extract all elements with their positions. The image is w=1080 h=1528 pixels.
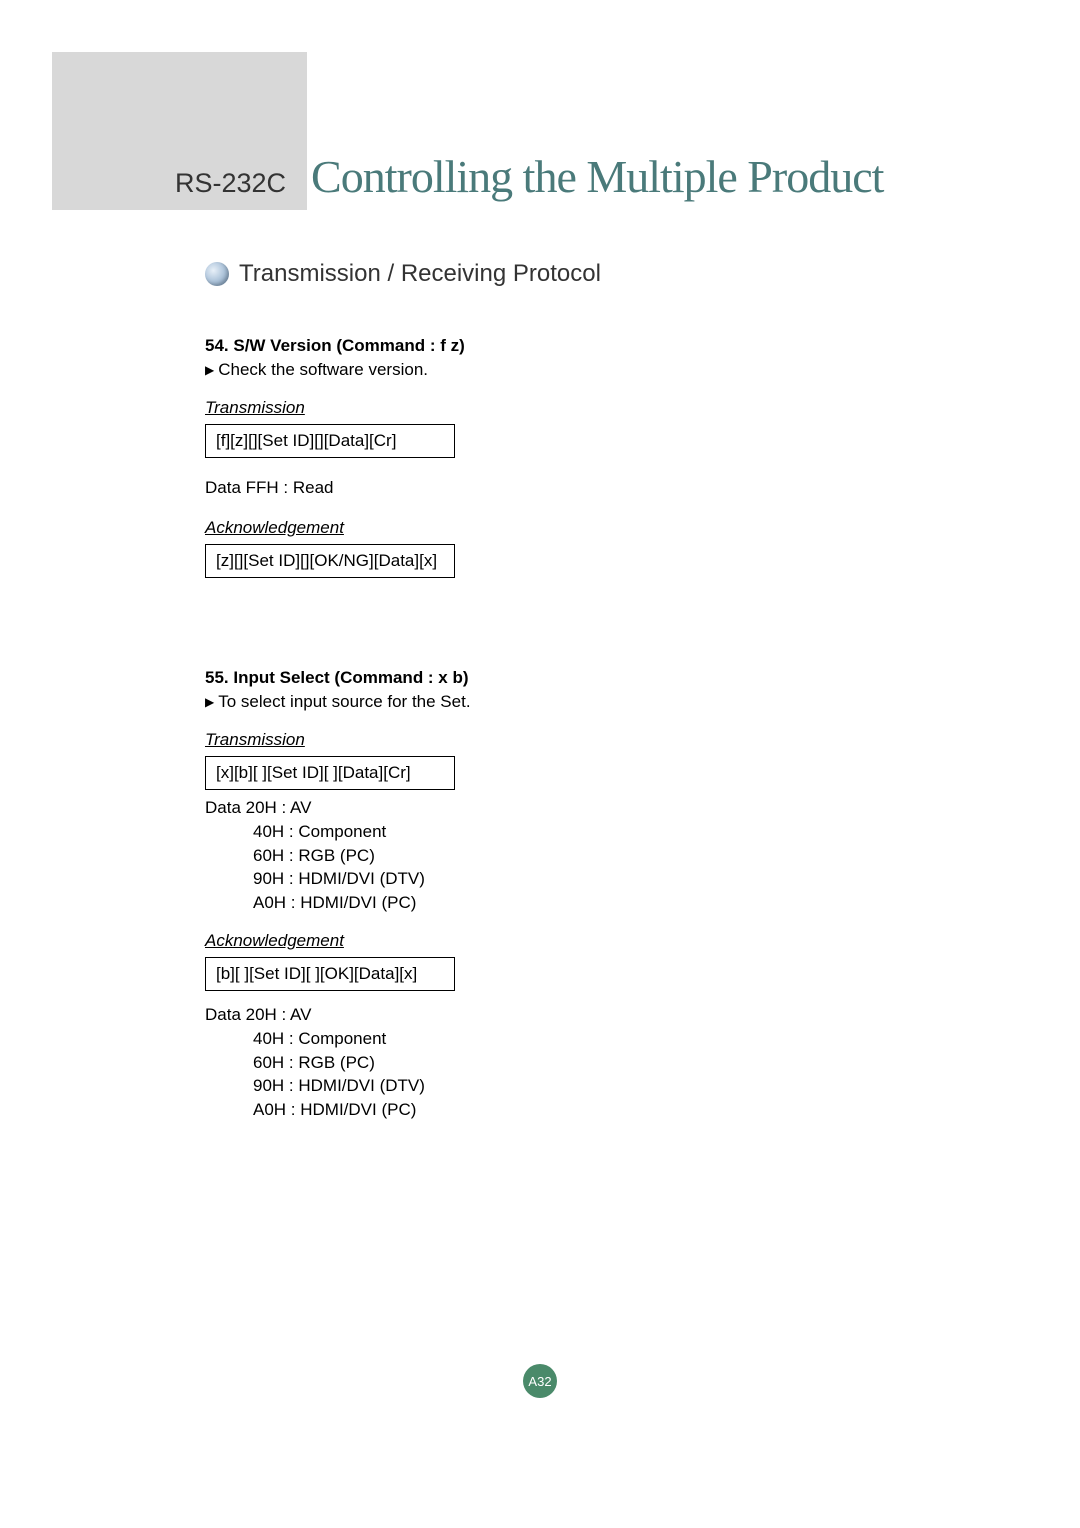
title-main: Controlling the Multiple Product	[311, 150, 883, 203]
page-footer: A32	[523, 1364, 557, 1398]
command-description: To select input source for the Set.	[205, 692, 905, 712]
command-block-54: 54. S/W Version (Command : f z) Check th…	[205, 336, 905, 598]
data-line: 90H : HDMI/DVI (DTV)	[205, 867, 905, 891]
command-desc-text: Check the software version.	[218, 360, 428, 379]
transmission-code: [f][z][][Set ID][][Data][Cr]	[205, 424, 455, 458]
data-line: 40H : Component	[205, 1027, 905, 1051]
command-title: 55. Input Select (Command : x b)	[205, 668, 905, 688]
content-area: Transmission / Receiving Protocol 54. S/…	[205, 260, 905, 1192]
data-line: Data 20H : AV	[205, 1003, 905, 1027]
command-title: 54. S/W Version (Command : f z)	[205, 336, 905, 356]
acknowledgement-code: [b][ ][Set ID][ ][OK][Data][x]	[205, 957, 455, 991]
bullet-icon	[205, 262, 229, 286]
data-line: A0H : HDMI/DVI (PC)	[205, 1098, 905, 1122]
section-title: Transmission / Receiving Protocol	[239, 260, 601, 288]
acknowledgement-data-list: Data 20H : AV 40H : Component 60H : RGB …	[205, 1003, 905, 1122]
data-line: 60H : RGB (PC)	[205, 1051, 905, 1075]
transmission-label: Transmission	[205, 398, 905, 418]
page-number-badge: A32	[523, 1364, 557, 1398]
command-block-55: 55. Input Select (Command : x b) To sele…	[205, 668, 905, 1122]
data-line: Data 20H : AV	[205, 796, 905, 820]
data-line: 60H : RGB (PC)	[205, 844, 905, 868]
section-header: Transmission / Receiving Protocol	[205, 260, 905, 288]
command-description: Check the software version.	[205, 360, 905, 380]
acknowledgement-label: Acknowledgement	[205, 931, 905, 951]
transmission-label: Transmission	[205, 730, 905, 750]
page-title-container: RS-232C Controlling the Multiple Product	[175, 150, 883, 203]
data-line: 90H : HDMI/DVI (DTV)	[205, 1074, 905, 1098]
acknowledgement-label: Acknowledgement	[205, 518, 905, 538]
title-prefix: RS-232C	[175, 168, 286, 199]
data-note: Data FFH : Read	[205, 478, 905, 498]
command-desc-text: To select input source for the Set.	[218, 692, 470, 711]
transmission-data-list: Data 20H : AV 40H : Component 60H : RGB …	[205, 796, 905, 915]
data-line: A0H : HDMI/DVI (PC)	[205, 891, 905, 915]
acknowledgement-code: [z][][Set ID][][OK/NG][Data][x]	[205, 544, 455, 578]
data-line: 40H : Component	[205, 820, 905, 844]
transmission-code: [x][b][ ][Set ID][ ][Data][Cr]	[205, 756, 455, 790]
